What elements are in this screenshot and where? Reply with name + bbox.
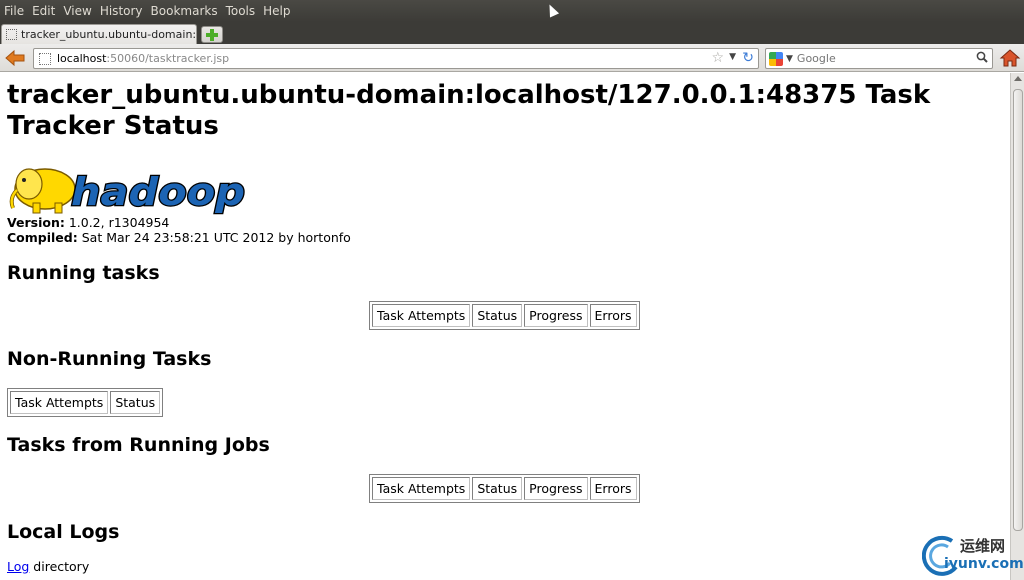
chevron-down-icon[interactable]: ▼: [729, 52, 736, 62]
tasks-from-running-jobs-heading: Tasks from Running Jobs: [7, 434, 270, 456]
back-arrow-icon: [5, 49, 25, 67]
table-header-row: Task Attempts Status Progress Errors: [372, 477, 637, 500]
search-engine-dropdown-icon[interactable]: ▼: [786, 54, 793, 64]
non-running-tasks-table: Task Attempts Status: [7, 388, 164, 417]
google-icon[interactable]: [769, 51, 783, 66]
compiled-value: Sat Mar 24 23:58:21 UTC 2012 by hortonfo: [81, 230, 351, 245]
log-link[interactable]: Log: [7, 559, 29, 574]
running-tasks-table: Task Attempts Status Progress Errors: [369, 301, 640, 330]
table-header-row: Task Attempts Status Progress Errors: [372, 304, 637, 327]
address-bar[interactable]: localhost:50060/tasktracker.jsp ☆ ▼ ↻: [33, 48, 759, 69]
bookmark-star-icon[interactable]: ☆: [711, 50, 724, 66]
tab-title: tracker_ubuntu.ubuntu-domain:...: [21, 28, 196, 41]
navigation-bar: localhost:50060/tasktracker.jsp ☆ ▼ ↻ ▼: [0, 44, 1024, 72]
home-icon[interactable]: [999, 48, 1021, 68]
version-label: Version:: [7, 215, 65, 230]
version-value: 1.0.2, r1304954: [68, 215, 170, 230]
tasks-from-running-jobs-table: Task Attempts Status Progress Errors: [369, 474, 640, 503]
running-tasks-heading: Running tasks: [7, 262, 160, 284]
log-directory-line: Log directory: [7, 559, 89, 574]
menu-file[interactable]: File: [0, 0, 28, 22]
url-host: localhost: [57, 52, 107, 65]
log-directory-text: directory: [29, 559, 90, 574]
page-icon: [6, 29, 17, 40]
watermark-url-text: iyunv.com: [944, 556, 1024, 572]
new-tab-button[interactable]: [201, 26, 223, 43]
scroll-up-arrow-icon[interactable]: [1014, 76, 1022, 81]
compiled-line: Compiled: Sat Mar 24 23:58:21 UTC 2012 b…: [7, 230, 351, 246]
menu-tools[interactable]: Tools: [222, 0, 260, 22]
site-watermark: 运维网 iyunv.com: [922, 533, 1024, 577]
column-status: Status: [110, 391, 161, 414]
version-line: Version: 1.0.2, r1304954: [7, 215, 169, 231]
non-running-tasks-heading: Non-Running Tasks: [7, 348, 212, 370]
column-task-attempts: Task Attempts: [372, 477, 471, 500]
tab-tasktracker[interactable]: tracker_ubuntu.ubuntu-domain:...: [1, 24, 197, 44]
column-progress: Progress: [524, 477, 588, 500]
column-progress: Progress: [524, 304, 588, 327]
plus-icon-vertical: [210, 28, 214, 41]
menu-help[interactable]: Help: [259, 0, 294, 22]
site-identity-icon[interactable]: [39, 52, 51, 65]
menu-history[interactable]: History: [96, 0, 147, 22]
search-input[interactable]: [796, 52, 967, 65]
menu-view[interactable]: View: [59, 0, 95, 22]
menu-edit[interactable]: Edit: [28, 0, 59, 22]
search-icon[interactable]: [976, 51, 988, 63]
hadoop-wordmark: hadoop: [71, 170, 245, 214]
column-task-attempts: Task Attempts: [10, 391, 109, 414]
column-status: Status: [472, 304, 523, 327]
reload-icon[interactable]: ↻: [742, 50, 754, 66]
column-errors: Errors: [589, 477, 637, 500]
tab-strip: tracker_ubuntu.ubuntu-domain:...: [0, 22, 1024, 44]
menu-bookmarks[interactable]: Bookmarks: [147, 0, 222, 22]
column-task-attempts: Task Attempts: [372, 304, 471, 327]
column-status: Status: [472, 477, 523, 500]
compiled-label: Compiled:: [7, 230, 78, 245]
page-title: tracker_ubuntu.ubuntu-domain:localhost/1…: [7, 80, 931, 141]
page-content: tracker_ubuntu.ubuntu-domain:localhost/1…: [0, 73, 1010, 580]
search-bar[interactable]: ▼: [765, 48, 993, 69]
menu-bar: File Edit View History Bookmarks Tools H…: [0, 0, 1024, 22]
mouse-cursor-icon: [544, 2, 560, 18]
vertical-scrollbar[interactable]: [1010, 73, 1024, 580]
local-logs-heading: Local Logs: [7, 521, 120, 543]
watermark-cn-text: 运维网: [960, 537, 1006, 555]
back-button[interactable]: [4, 48, 26, 68]
url-path: :50060/tasktracker.jsp: [106, 52, 230, 65]
table-header-row: Task Attempts Status: [10, 391, 161, 414]
hadoop-logo: hadoop: [9, 168, 246, 215]
column-errors: Errors: [589, 304, 637, 327]
scrollbar-thumb[interactable]: [1013, 89, 1023, 531]
